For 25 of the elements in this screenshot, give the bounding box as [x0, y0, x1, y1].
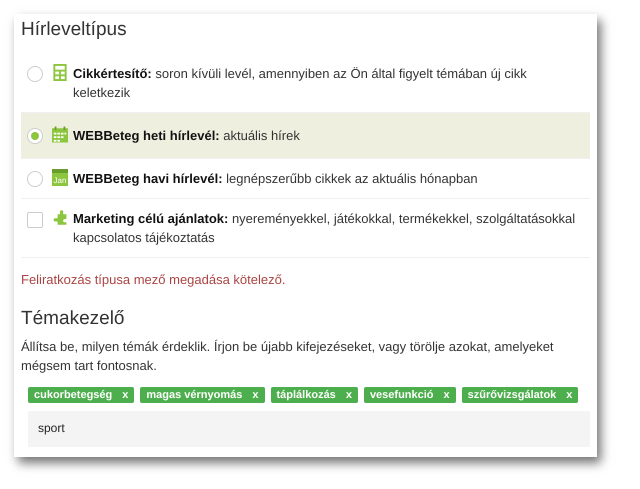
calendar-icon: Jan	[52, 169, 68, 186]
checkbox[interactable]	[27, 212, 43, 228]
input-field[interactable]: sport	[28, 411, 590, 447]
checkbox-option[interactable]: Marketing célú ajánlatok: nyereményekkel, játékokkal, termékekkel, szolgáltatásokkal kapcsolatos tájékoztatás	[21, 199, 590, 258]
option-text: WEBBeteg heti hírlevél: aktuális hírek	[73, 127, 300, 145]
error-message: Feliratkozás típusa mező megadása kötelező.	[21, 272, 286, 287]
option-text: WEBBeteg havi hírlevél: legnépszerűbb cikkek az aktuális hónapban	[73, 170, 478, 188]
section-title: Témakezelő	[21, 309, 126, 329]
radio-button[interactable]	[27, 66, 43, 82]
radio-option[interactable]: WEBBeteg heti hírlevél: aktuális hírek	[21, 113, 590, 159]
radio-option[interactable]: Jan WEBBeteg havi hírlevél: legnépszerűbb cikkek az aktuális hónapban	[21, 159, 590, 199]
puzzle-icon	[52, 209, 68, 226]
radio-button[interactable]	[27, 128, 43, 144]
section-title: Hírleveltípus	[21, 20, 128, 40]
radio-button[interactable]	[27, 171, 43, 187]
calendar-icon	[52, 126, 68, 143]
option-text: Cikkértesítő: soron kívüli levél, amennyiben az Ön által figyelt témában új cikk keletkezik	[73, 65, 528, 102]
tag-label: szűrővizsgálatok	[468, 389, 556, 401]
tag-label: magas vérnyomás	[146, 389, 242, 401]
tag-label: táplálkozás	[276, 389, 336, 401]
option-text: Marketing célú ajánlatok: nyereményekkel, játékokkal, termékekkel, szolgáltatásokkal kapcsolatos tájékoztatás	[73, 210, 576, 247]
description-text: Állítsa be, milyen témák érdeklik. Írjon be újabb kifejezéseket, vagy törölje azokat, amelyeket mégsem tart fontosnak.	[21, 338, 555, 375]
tag-label: vesefunkció	[370, 389, 434, 401]
calculator-icon	[52, 64, 68, 81]
tag-label: cukorbetegség	[34, 389, 112, 401]
